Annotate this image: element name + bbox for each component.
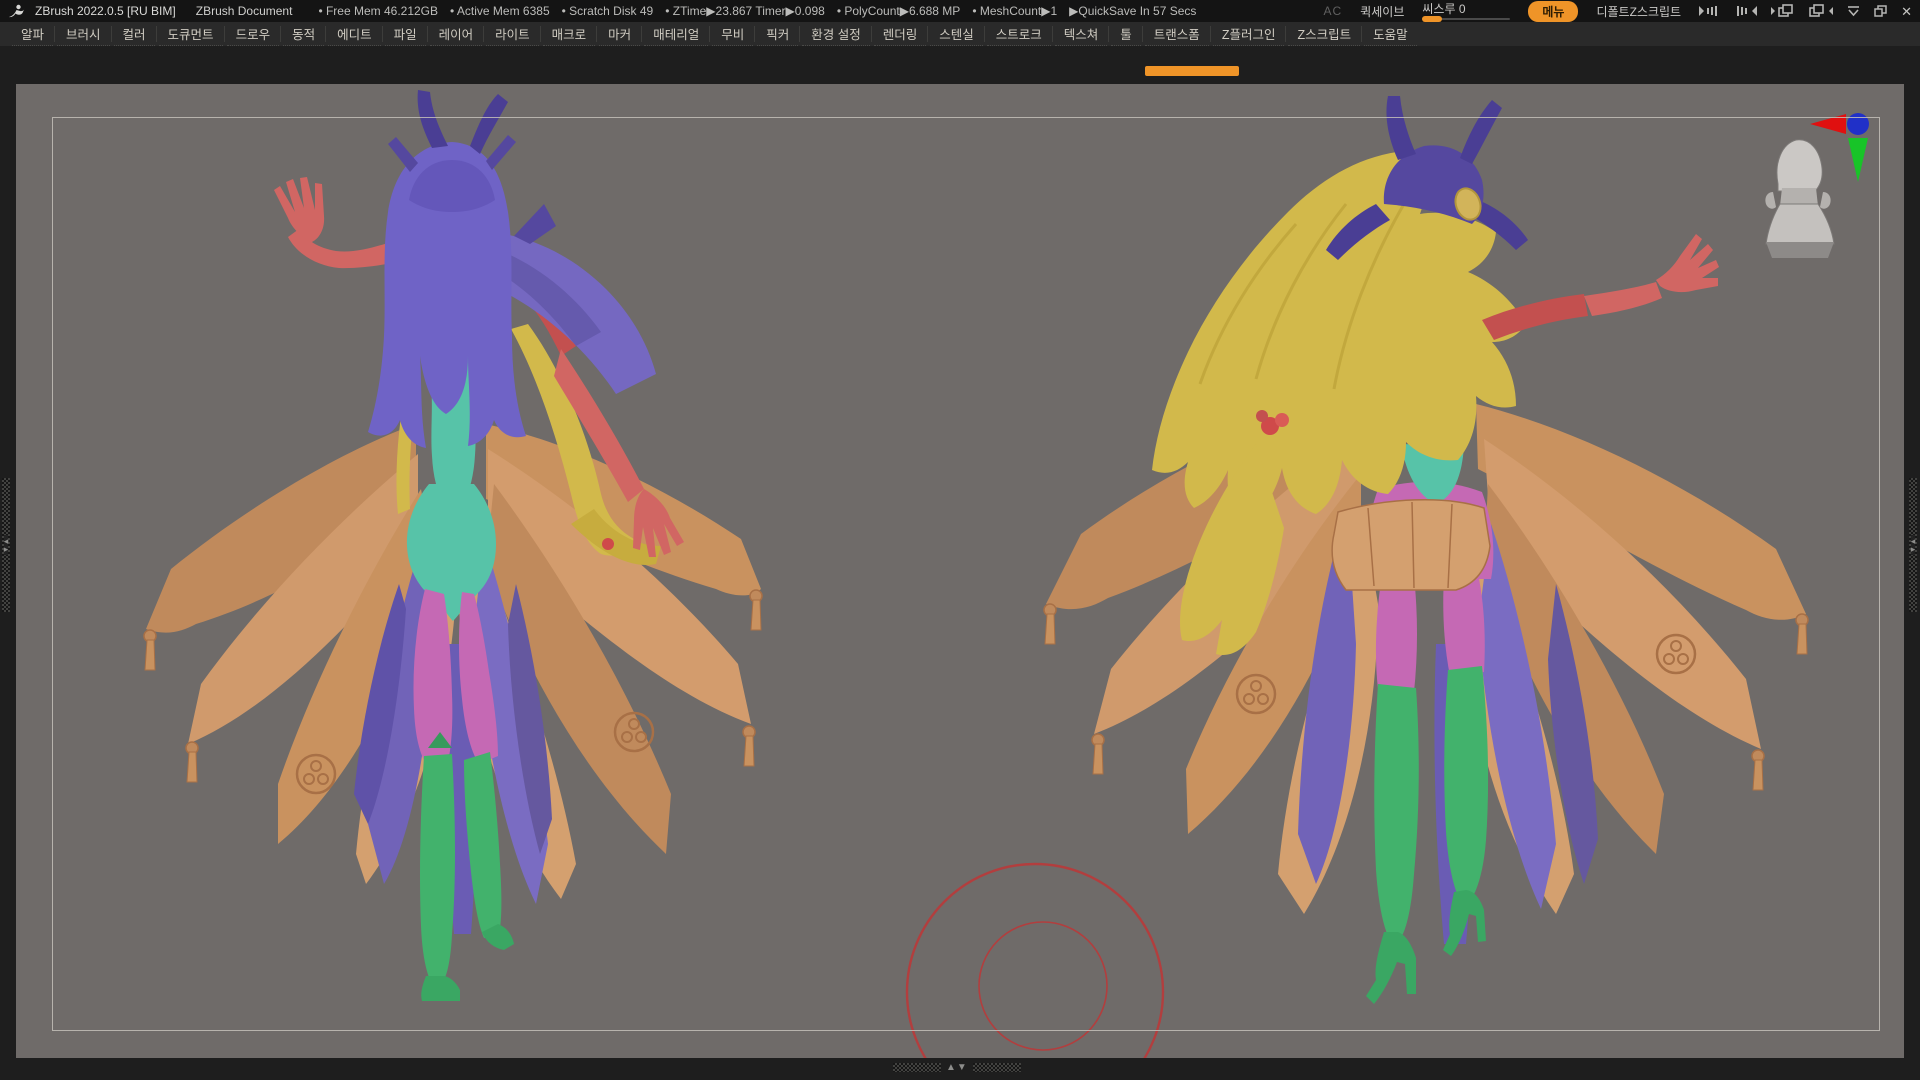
ac-indicator: AC <box>1324 4 1343 18</box>
menu-item[interactable]: 텍스쳐 <box>1055 22 1108 46</box>
left-tray-divider[interactable]: ◂▸ <box>2 478 10 612</box>
model-front-view <box>144 90 762 1001</box>
menu-item[interactable]: 스트로크 <box>987 22 1051 46</box>
workspace: ◂▸ ◂▸ ▲▼ <box>0 46 1920 1080</box>
menu-item[interactable]: 매크로 <box>543 22 596 46</box>
close-icon[interactable]: ✕ <box>1901 5 1912 18</box>
see-through-track[interactable] <box>1422 18 1510 20</box>
menu-item[interactable]: 트랜스폼 <box>1145 22 1209 46</box>
quicksave-button[interactable]: 퀵세이브 <box>1360 3 1404 20</box>
document-horizontal-scrollbar[interactable] <box>1145 66 1239 76</box>
see-through-slider[interactable]: 씨스루 0 <box>1422 4 1510 20</box>
menu-item[interactable]: 매테리얼 <box>644 22 708 46</box>
sculpt-viewport <box>16 84 1904 1058</box>
bottom-tray-divider[interactable]: ▲▼ <box>893 1062 1021 1073</box>
menu-item[interactable]: 라이트 <box>486 22 539 46</box>
bottom-tray-strip-left[interactable] <box>893 1063 941 1072</box>
red-circle-guides <box>907 864 1163 1058</box>
menu-item[interactable]: 도움말 <box>1364 22 1417 46</box>
status-stats: • Free Mem 46.212GB • Active Mem 6385 • Sc… <box>318 4 1196 18</box>
minimize-icon[interactable] <box>1847 6 1860 17</box>
menu-item[interactable]: 알파 <box>12 22 53 46</box>
axis-z-blue <box>1847 113 1869 135</box>
bottom-tray-strip-right[interactable] <box>973 1063 1021 1072</box>
zbrush-window: { "titlebar": { "app_title": "ZBrush 202… <box>0 0 1920 1080</box>
see-through-label: 씨스루 0 <box>1422 4 1465 15</box>
menu-item[interactable]: 스텐실 <box>930 22 983 46</box>
menu-item[interactable]: 컬러 <box>114 22 155 46</box>
default-zscript-button[interactable]: 디폴트Z스크립트 <box>1596 3 1681 20</box>
menu-bar: 알파브러시컬러도큐먼트드로우동적에디트파일레이어라이트매크로마커매테리얼무비픽커… <box>0 22 1920 46</box>
hair-tie-red <box>602 538 614 550</box>
menu-item[interactable]: 도큐먼트 <box>159 22 223 46</box>
dock-window-right-icon[interactable] <box>1809 4 1833 18</box>
document-title: ZBrush Document <box>196 4 293 18</box>
menu-button[interactable]: 메뉴 <box>1528 1 1578 22</box>
stat-item: • Free Mem 46.212GB <box>318 4 438 18</box>
expand-ui-right-icon[interactable] <box>1735 5 1757 17</box>
menu-item[interactable]: Z스크립트 <box>1288 22 1360 46</box>
dock-window-left-icon[interactable] <box>1771 4 1795 18</box>
menu-item[interactable]: 레이어 <box>430 22 483 46</box>
menu-item[interactable]: 마커 <box>599 22 640 46</box>
stat-item: • ZTime▶23.867 Timer▶0.098 <box>665 4 825 18</box>
right-tray-divider[interactable]: ◂▸ <box>1909 478 1917 612</box>
left-tray-arrows-icon[interactable]: ◂▸ <box>4 535 9 555</box>
menu-item[interactable]: 환경 설정 <box>802 22 869 46</box>
menu-item[interactable]: 렌더링 <box>874 22 927 46</box>
axis-x-red <box>1810 114 1846 134</box>
stat-item: • MeshCount▶1 <box>972 4 1057 18</box>
menu-item[interactable]: 툴 <box>1111 22 1141 46</box>
titlebar-right-controls: AC 퀵세이브 씨스루 0 메뉴 디폴트Z스크립트 <box>1324 1 1912 22</box>
stat-item: • Active Mem 6385 <box>450 4 550 18</box>
window-icons: ✕ <box>1699 4 1912 18</box>
menu-item[interactable]: 에디트 <box>328 22 381 46</box>
menu-item[interactable]: 드로우 <box>227 22 280 46</box>
stat-item: • Scratch Disk 49 <box>562 4 654 18</box>
shrink-ui-left-icon[interactable] <box>1699 5 1721 17</box>
menu-item[interactable]: 픽커 <box>757 22 798 46</box>
menu-item[interactable]: 동적 <box>283 22 324 46</box>
menu-item[interactable]: 무비 <box>712 22 753 46</box>
menu-item[interactable]: 브러시 <box>57 22 110 46</box>
stat-item: • PolyCount▶6.688 MP <box>837 4 961 18</box>
restore-window-icon[interactable] <box>1874 5 1887 17</box>
menu-item[interactable]: 파일 <box>385 22 426 46</box>
camera-orientation-gizmo <box>1765 140 1834 258</box>
model-back-view <box>1044 96 1808 1004</box>
title-bar: ZBrush 2022.0.5 [RU BIM] ZBrush Document… <box>0 0 1920 22</box>
app-title: ZBrush 2022.0.5 [RU BIM] <box>35 4 176 18</box>
menu-item[interactable]: Z플러그인 <box>1213 22 1285 46</box>
right-tray-arrows-icon[interactable]: ◂▸ <box>1911 535 1916 555</box>
stat-item: ▶QuickSave In 57 Secs <box>1069 4 1196 18</box>
document-canvas[interactable] <box>16 84 1904 1058</box>
bottom-tray-arrows-icon[interactable]: ▲▼ <box>946 1063 968 1073</box>
zbrush-logo-icon <box>8 4 25 19</box>
axis-y-green <box>1848 138 1868 182</box>
